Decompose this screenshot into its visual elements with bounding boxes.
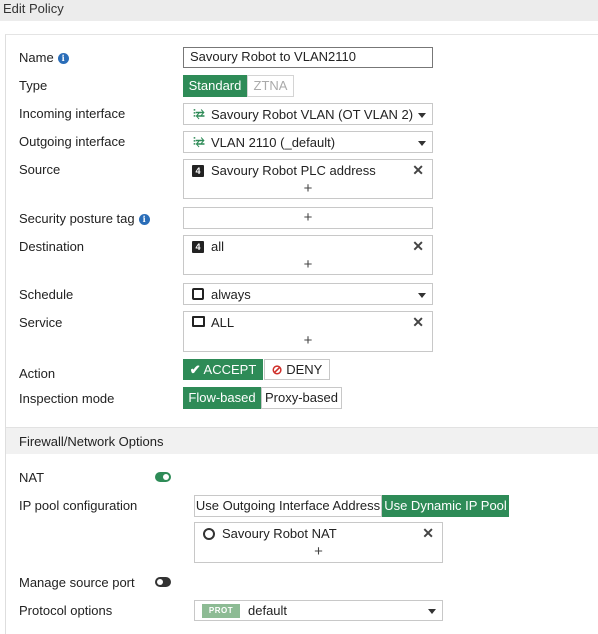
chevron-down-icon [428, 609, 436, 614]
manage-source-port-toggle[interactable] [155, 577, 171, 587]
destination-multiselect[interactable]: 4 all ✕ + [183, 235, 433, 275]
chevron-down-icon [418, 293, 426, 298]
incoming-interface-label: Incoming interface [19, 106, 126, 121]
chevron-down-icon [418, 113, 426, 118]
toggle-knob [157, 579, 163, 585]
add-icon[interactable]: + [184, 180, 432, 197]
use-dynamic-ip-pool-button[interactable]: Use Dynamic IP Pool [382, 495, 509, 517]
type-label: Type [19, 78, 48, 93]
nat-toggle[interactable] [155, 472, 171, 482]
add-icon[interactable]: + [184, 209, 432, 226]
name-label: Name i [19, 50, 69, 65]
protocol-options-label: Protocol options [19, 603, 113, 618]
ip-pool-configuration-label: IP pool configuration [19, 498, 138, 513]
firewall-network-options-header: Firewall/Network Options [6, 427, 598, 454]
service-multiselect[interactable]: ALL ✕ + [183, 311, 433, 352]
inspection-mode-label: Inspection mode [19, 391, 115, 406]
inspection-flow-based-button[interactable]: Flow-based [183, 387, 261, 409]
toggle-knob [163, 474, 169, 480]
page-title: Edit Policy [3, 1, 64, 16]
close-icon[interactable]: ✕ [422, 525, 434, 542]
add-icon[interactable]: + [195, 543, 442, 560]
info-icon[interactable]: i [57, 53, 69, 64]
window-titlebar: Edit Policy [0, 0, 598, 21]
incoming-interface-select[interactable]: ⫶⇄ Savoury Robot VLAN (OT VLAN 2) [183, 103, 433, 125]
deny-icon: ⊘ [271, 362, 283, 377]
action-deny-button[interactable]: ⊘ DENY [264, 359, 330, 380]
protocol-badge: PROT [202, 604, 240, 618]
security-posture-tag-label: Security posture tag i [19, 211, 150, 226]
type-ztna-button[interactable]: ZTNA [247, 75, 294, 97]
close-icon[interactable]: ✕ [412, 314, 424, 331]
action-label: Action [19, 366, 56, 381]
type-standard-button[interactable]: Standard [183, 75, 247, 97]
name-input[interactable]: Savoury Robot to VLAN2110 [183, 47, 433, 68]
vlan-interface-icon: ⫶⇄ [193, 108, 205, 120]
source-multiselect[interactable]: 4 Savoury Robot PLC address ✕ + [183, 159, 433, 199]
chevron-down-icon [418, 141, 426, 146]
service-label: Service [19, 315, 63, 330]
manage-source-port-label: Manage source port [19, 575, 135, 590]
action-accept-button[interactable]: ✔ ACCEPT [183, 359, 263, 380]
close-icon[interactable]: ✕ [412, 162, 424, 179]
outgoing-interface-select[interactable]: ⫶⇄ VLAN 2110 (_default) [183, 131, 433, 153]
nat-label: NAT [19, 470, 45, 485]
destination-label: Destination [19, 239, 85, 254]
info-icon[interactable]: i [138, 214, 150, 225]
ip-pool-icon [203, 528, 215, 540]
ip-pool-multiselect[interactable]: Savoury Robot NAT ✕ + [194, 522, 443, 563]
close-icon[interactable]: ✕ [412, 238, 424, 255]
source-label: Source [19, 162, 61, 177]
address-icon: 4 [192, 241, 204, 253]
schedule-label: Schedule [19, 287, 74, 302]
vlan-interface-icon: ⫶⇄ [193, 136, 205, 148]
outgoing-interface-label: Outgoing interface [19, 134, 126, 149]
schedule-select[interactable]: always [183, 283, 433, 305]
security-posture-tag-multiselect[interactable]: + [183, 207, 433, 229]
inspection-proxy-based-button[interactable]: Proxy-based [261, 387, 342, 409]
service-icon [192, 316, 205, 327]
add-icon[interactable]: + [184, 256, 432, 273]
protocol-options-select[interactable]: PROT default [194, 600, 443, 621]
address-icon: 4 [192, 165, 204, 177]
add-icon[interactable]: + [184, 332, 432, 349]
checkmark-icon: ✔ [189, 362, 201, 377]
use-outgoing-interface-address-button[interactable]: Use Outgoing Interface Address [194, 495, 382, 517]
clock-icon [192, 288, 204, 300]
